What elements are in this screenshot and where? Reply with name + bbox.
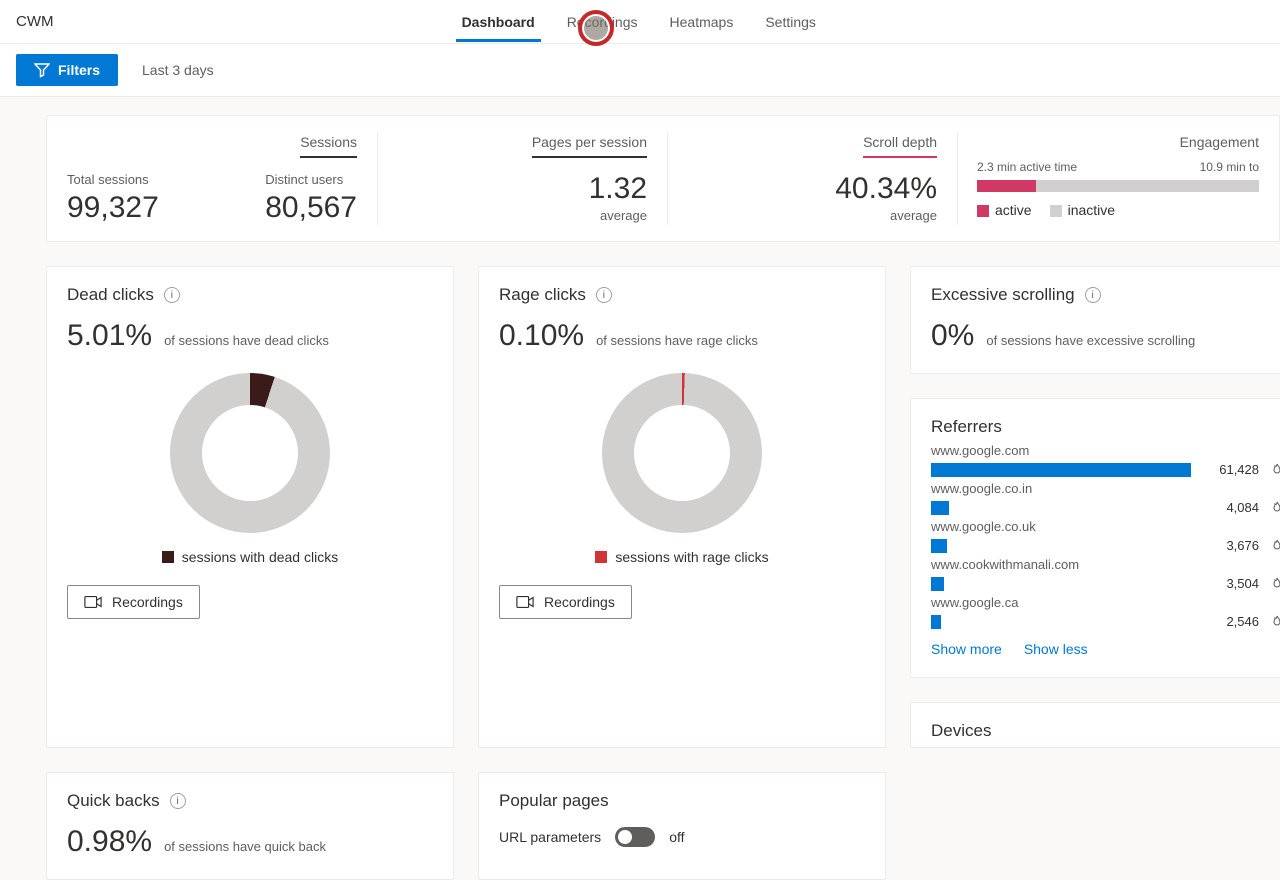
popular-pages-title: Popular pages [499, 791, 609, 811]
flame-icon[interactable] [1271, 539, 1280, 553]
brand-label: CWM [16, 13, 54, 30]
card-popular-pages: Popular pages URL parameters off [478, 772, 886, 880]
dead-clicks-donut [170, 373, 330, 533]
flame-icon[interactable] [1271, 463, 1280, 477]
flame-icon[interactable] [1271, 501, 1280, 515]
tab-dashboard[interactable]: Dashboard [446, 2, 551, 42]
card-rage-clicks: Rage clicks i 0.10% of sessions have rag… [478, 266, 886, 748]
legend-active: active [977, 202, 1032, 218]
toggle-state-label: off [669, 829, 684, 845]
sessions-title: Sessions [300, 134, 357, 158]
engagement-active-time: 2.3 min active time [977, 160, 1077, 174]
scroll-value: 40.34% [687, 172, 937, 206]
total-sessions-value: 99,327 [67, 191, 159, 225]
info-icon[interactable]: i [170, 793, 186, 809]
distinct-users-value: 80,567 [265, 191, 357, 225]
show-more-link[interactable]: Show more [931, 641, 1002, 657]
rage-clicks-title: Rage clicks [499, 285, 586, 305]
rage-clicks-pct: 0.10% [499, 319, 584, 353]
dead-clicks-desc: of sessions have dead clicks [164, 333, 329, 348]
filter-icon [34, 62, 50, 78]
referrers-title: Referrers [931, 417, 1002, 437]
dead-clicks-legend: sessions with dead clicks [182, 549, 338, 565]
rage-clicks-legend: sessions with rage clicks [615, 549, 768, 565]
top-nav: Dashboard Recordings Heatmaps Settings [446, 2, 832, 42]
referrer-count: 4,084 [1215, 500, 1259, 515]
pps-title: Pages per session [532, 134, 647, 158]
rage-clicks-desc: of sessions have rage clicks [596, 333, 758, 348]
legend-swatch [162, 551, 174, 563]
card-quick-backs: Quick backs i 0.98% of sessions have qui… [46, 772, 454, 880]
card-devices: Devices [910, 702, 1280, 748]
recordings-icon [84, 595, 102, 609]
referrer-domain: www.google.co.in [931, 481, 1280, 496]
card-excessive-scrolling: Excessive scrolling i 0% of sessions hav… [910, 266, 1280, 374]
excessive-scrolling-pct: 0% [931, 319, 974, 353]
excessive-scrolling-desc: of sessions have excessive scrolling [986, 333, 1195, 348]
tab-recordings[interactable]: Recordings [551, 2, 654, 42]
pps-sub: average [397, 208, 647, 223]
quick-backs-pct: 0.98% [67, 825, 152, 859]
referrer-domain: www.google.co.uk [931, 519, 1280, 534]
show-less-link[interactable]: Show less [1024, 641, 1088, 657]
filters-button[interactable]: Filters [16, 54, 118, 86]
card-referrers: Referrers www.google.com 61,428 www.google… [910, 398, 1280, 678]
recordings-button[interactable]: Recordings [67, 585, 200, 619]
total-sessions-label: Total sessions [67, 172, 159, 187]
filters-label: Filters [58, 62, 100, 78]
recordings-button[interactable]: Recordings [499, 585, 632, 619]
quick-backs-desc: of sessions have quick back [164, 839, 326, 854]
tab-settings[interactable]: Settings [749, 2, 832, 42]
devices-title: Devices [931, 721, 991, 741]
engagement-bar [977, 180, 1259, 192]
scroll-title: Scroll depth [863, 134, 937, 158]
recordings-label: Recordings [544, 594, 615, 610]
engagement-inactive-time: 10.9 min to [1200, 160, 1259, 174]
referrer-domain: www.google.ca [931, 595, 1280, 610]
date-range[interactable]: Last 3 days [132, 56, 224, 84]
referrer-bar [931, 463, 1191, 477]
info-icon[interactable]: i [596, 287, 612, 303]
url-parameters-toggle[interactable] [615, 827, 655, 847]
recordings-label: Recordings [112, 594, 183, 610]
info-icon[interactable]: i [1085, 287, 1101, 303]
tab-heatmaps[interactable]: Heatmaps [654, 2, 750, 42]
dead-clicks-title: Dead clicks [67, 285, 154, 305]
scroll-sub: average [687, 208, 937, 223]
rage-clicks-donut [602, 373, 762, 533]
url-parameters-label: URL parameters [499, 829, 601, 845]
summary-row: Sessions Total sessions 99,327 Distinct … [46, 115, 1280, 242]
referrer-domain: www.google.com [931, 443, 1280, 458]
referrer-bar [931, 615, 941, 629]
referrer-count: 2,546 [1215, 614, 1259, 629]
referrer-bar [931, 577, 944, 591]
referrer-bar [931, 539, 947, 553]
quick-backs-title: Quick backs [67, 791, 160, 811]
flame-icon[interactable] [1271, 615, 1280, 629]
flame-icon[interactable] [1271, 577, 1280, 591]
referrer-bar [931, 501, 949, 515]
excessive-scrolling-title: Excessive scrolling [931, 285, 1075, 305]
engagement-title: Engagement [1180, 134, 1259, 150]
referrer-count: 61,428 [1215, 462, 1259, 477]
referrer-count: 3,676 [1215, 538, 1259, 553]
info-icon[interactable]: i [164, 287, 180, 303]
referrer-count: 3,504 [1215, 576, 1259, 591]
referrer-domain: www.cookwithmanali.com [931, 557, 1280, 572]
distinct-users-label: Distinct users [265, 172, 357, 187]
pps-value: 1.32 [397, 172, 647, 206]
card-dead-clicks: Dead clicks i 5.01% of sessions have dea… [46, 266, 454, 748]
engagement-bar-active [977, 180, 1036, 192]
recordings-icon [516, 595, 534, 609]
legend-swatch [595, 551, 607, 563]
legend-inactive: inactive [1050, 202, 1115, 218]
dead-clicks-pct: 5.01% [67, 319, 152, 353]
